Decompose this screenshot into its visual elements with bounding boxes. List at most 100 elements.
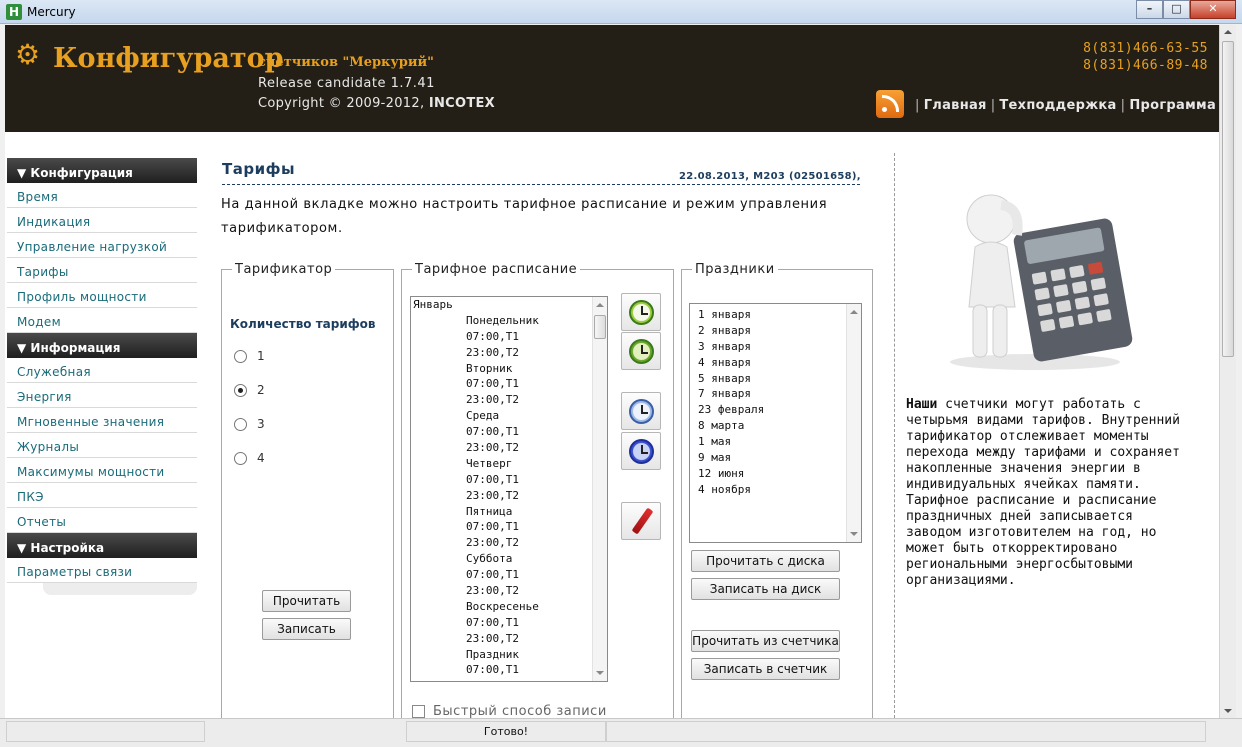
radio-1[interactable] [234,349,247,363]
tariff-count-option-1[interactable]: 1 [234,349,265,363]
write-disk-button[interactable]: Записать на диск [691,578,840,600]
schedule-line[interactable]: 07:00,T1 [411,329,607,345]
sidebar-item-reports[interactable]: Отчеты [7,508,197,533]
scroll-thumb[interactable] [594,315,606,339]
minimize-button[interactable]: – [1136,0,1163,19]
holiday-item[interactable]: 1 мая [696,434,861,450]
read-meter-button[interactable]: Прочитать из счетчика [691,630,840,652]
device-meta: 22.08.2013, М203 (02501658), [679,171,861,182]
schedule-line[interactable]: 23:00,T2 [411,535,607,551]
sidebar-item-service[interactable]: Служебная [7,358,197,383]
schedule-green-button[interactable] [621,332,661,370]
window-scroll-up-icon[interactable] [1224,30,1232,34]
tariff-count-option-4[interactable]: 4 [234,451,265,465]
clock-green-icon [629,339,654,364]
radio-2[interactable] [234,383,247,397]
nav-program-link[interactable]: Программа [1129,98,1216,113]
fast-write-checkbox[interactable] [412,705,425,718]
holiday-item[interactable]: 12 июня [696,466,861,482]
schedule-line[interactable]: Суббота [411,551,607,567]
edit-schedule-button[interactable] [621,502,661,540]
schedule-line[interactable]: 23:00,T2 [411,488,607,504]
window-scroll-thumb[interactable] [1222,41,1234,357]
schedule-blue-button[interactable] [621,392,661,430]
sidebar-section-settings[interactable]: ▼ Настройка [7,533,197,558]
schedule-line[interactable]: Воскресенье [411,599,607,615]
holiday-item[interactable]: 23 февраля [696,402,861,418]
holiday-item[interactable]: 3 января [696,339,861,355]
schedule-line[interactable]: Среда [411,408,607,424]
tariff-count-option-3[interactable]: 3 [234,417,265,431]
sidebar-item-power-profile[interactable]: Профиль мощности [7,283,197,308]
holiday-item[interactable]: 5 января [696,371,861,387]
sidebar-item-load-control[interactable]: Управление нагрузкой [7,233,197,258]
schedule-line[interactable]: Январь [411,297,607,313]
sidebar-section-info[interactable]: ▼ Информация [7,333,197,358]
schedule-line[interactable]: Четверг [411,456,607,472]
holidays-scroll-down-icon[interactable] [850,532,858,536]
schedule-line[interactable]: Праздник [411,647,607,663]
holidays-scrollbar[interactable] [846,304,861,542]
sidebar-item-connection[interactable]: Параметры связи [7,558,197,583]
write-meter-button[interactable]: Записать в счетчик [691,658,840,680]
sidebar-item-energy[interactable]: Энергия [7,383,197,408]
holiday-item[interactable]: 1 января [696,307,861,323]
schedule-scrollbar[interactable] [592,297,607,681]
sidebar-item-journals[interactable]: Журналы [7,433,197,458]
scroll-down-icon[interactable] [596,671,604,675]
schedule-line[interactable]: Понедельник [411,313,607,329]
nav-support-link[interactable]: Техподдержка [999,98,1116,113]
schedule-line[interactable]: 07:00,T1 [411,376,607,392]
schedule-line[interactable]: 07:00,T1 [411,615,607,631]
schedule-line[interactable]: 07:00,T1 [411,567,607,583]
close-button[interactable]: ✕ [1190,0,1236,19]
status-bar: Готово! [0,718,1242,747]
holiday-item[interactable]: 8 марта [696,418,861,434]
schedule-dark-blue-button[interactable] [621,432,661,470]
nav-home-link[interactable]: Главная [924,98,987,113]
sidebar-item-tariffs[interactable]: Тарифы [7,258,197,283]
holiday-item[interactable]: 4 ноября [696,482,861,498]
window-scrollbar[interactable] [1219,25,1236,718]
sidebar-item-indication[interactable]: Индикация [7,208,197,233]
add-schedule-button[interactable] [621,293,661,331]
read-tariffs-button[interactable]: Прочитать [262,590,351,612]
schedule-line[interactable]: 23:00,T2 [411,440,607,456]
read-disk-button[interactable]: Прочитать с диска [691,550,840,572]
radio-2-label: 2 [257,383,265,397]
schedule-line[interactable]: 07:00,T1 [411,662,607,678]
sidebar-section-config[interactable]: ▼ Конфигурация [7,158,197,183]
sidebar-item-instant-values[interactable]: Мгновенные значения [7,408,197,433]
tariff-count-option-2[interactable]: 2 [234,383,265,397]
holiday-item[interactable]: 4 января [696,355,861,371]
scroll-up-icon[interactable] [596,303,604,307]
holidays-scroll-up-icon[interactable] [850,310,858,314]
holidays-list[interactable]: 1 января 2 января 3 января 4 января 5 января… [689,303,862,543]
schedule-line[interactable]: 07:00,T1 [411,472,607,488]
schedule-line[interactable]: 23:00,T2 [411,345,607,361]
title-divider [222,184,860,185]
promo-text: Наши счетчики могут работать с четырьмя … [906,397,1181,589]
window-scroll-down-icon[interactable] [1224,709,1232,713]
sidebar-item-power-max[interactable]: Максимумы мощности [7,458,197,483]
schedule-line[interactable]: 23:00,T2 [411,631,607,647]
schedule-line[interactable]: 07:00,T1 [411,424,607,440]
sidebar-item-time[interactable]: Время [7,183,197,208]
rss-icon[interactable] [876,90,904,118]
holiday-item[interactable]: 9 мая [696,450,861,466]
holiday-item[interactable]: 2 января [696,323,861,339]
schedule-line[interactable]: Пятница [411,504,607,520]
schedule-list[interactable]: Январь Понедельник 07:00,T1 23:00,T2 Вто… [410,296,608,682]
radio-4[interactable] [234,451,247,465]
write-tariffs-button[interactable]: Записать [262,618,351,640]
radio-3[interactable] [234,417,247,431]
sidebar-item-modem[interactable]: Модем [7,308,197,333]
schedule-line[interactable]: 07:00,T1 [411,519,607,535]
maximize-button[interactable]: □ [1163,0,1190,19]
schedule-line[interactable]: Вторник [411,361,607,377]
schedule-line[interactable]: 23:00,T2 [411,392,607,408]
holiday-item[interactable]: 7 января [696,386,861,402]
fast-write-option[interactable]: Быстрый способ записи [412,704,607,718]
sidebar-item-pke[interactable]: ПКЭ [7,483,197,508]
schedule-line[interactable]: 23:00,T2 [411,583,607,599]
